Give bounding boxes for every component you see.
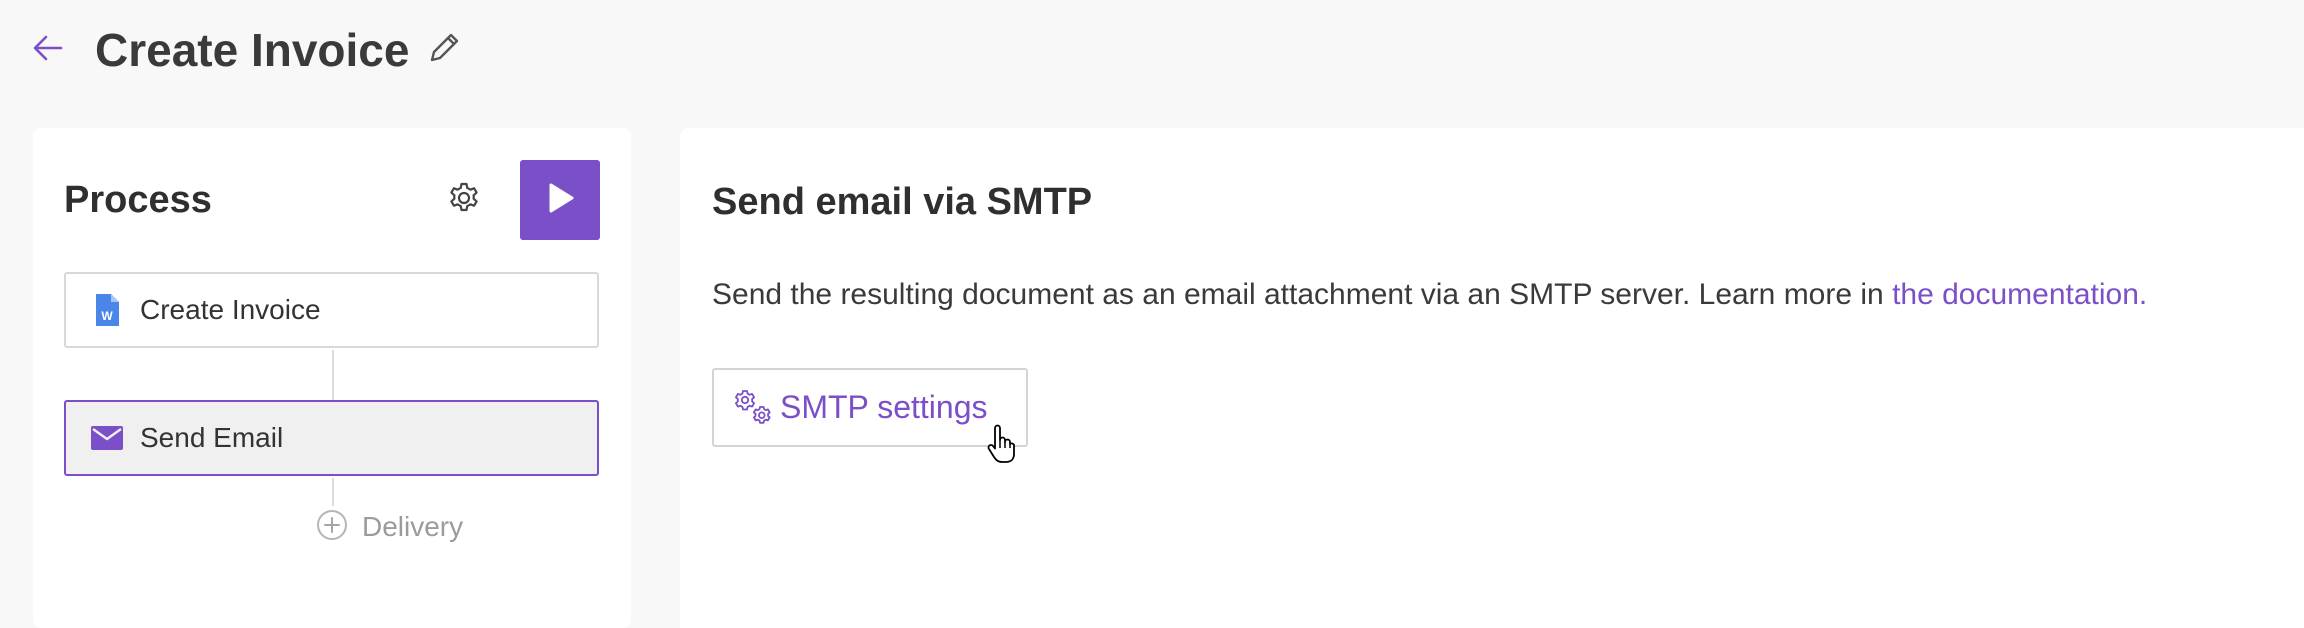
gear-icon — [447, 181, 481, 220]
word-document-icon: W — [90, 293, 124, 327]
process-panel-title: Process — [64, 179, 212, 221]
detail-title: Send email via SMTP — [712, 181, 1093, 223]
add-delivery-button[interactable]: Delivery — [316, 509, 463, 545]
description-text: Send the resulting document as an email … — [712, 278, 1893, 311]
delivery-connector — [332, 478, 334, 506]
arrow-left-icon — [33, 35, 63, 66]
add-delivery-label: Delivery — [362, 511, 464, 542]
edit-title-button[interactable] — [422, 28, 466, 72]
step-label: Create Invoice — [140, 294, 321, 325]
hand-cursor-icon — [986, 424, 1016, 464]
process-settings-button[interactable] — [440, 176, 488, 224]
envelope-icon — [90, 421, 124, 455]
play-icon — [545, 182, 575, 219]
svg-text:W: W — [101, 309, 113, 323]
step-send-email[interactable]: Send Email — [64, 400, 599, 476]
back-button[interactable] — [28, 28, 68, 72]
step-label: Send Email — [140, 422, 284, 453]
gears-icon — [734, 388, 774, 428]
run-process-button[interactable] — [520, 160, 600, 240]
smtp-settings-button[interactable]: SMTP settings — [712, 368, 1028, 447]
detail-description: Send the resulting document as an email … — [712, 275, 2147, 315]
documentation-link[interactable]: the documentation. — [1892, 278, 2147, 311]
step-connector — [332, 350, 334, 400]
step-create-invoice[interactable]: W Create Invoice — [64, 272, 599, 348]
page-title: Create Invoice — [95, 24, 410, 76]
smtp-settings-label: SMTP settings — [780, 389, 988, 425]
pencil-icon — [427, 31, 461, 70]
plus-circle-icon — [316, 509, 348, 546]
